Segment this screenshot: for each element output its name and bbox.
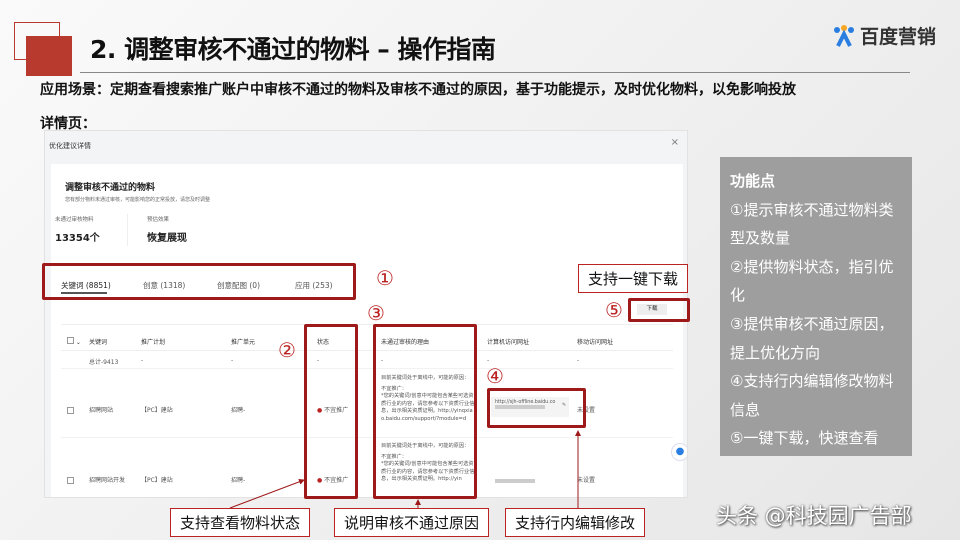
status-callout: 支持查看物料状态 [170,508,311,537]
feature-item: ③提供审核不通过原因，提上优化方向 [730,314,894,362]
watermark: 头条 @科技园广告部 [716,504,912,528]
reason-callout: 说明审核不通过原因 [334,508,490,537]
edit-callout: 支持行内编辑修改 [505,508,646,537]
features-panel: 功能点 ①提示审核不通过物料类型及数量 ②提供物料状态，指引优化 ③提供审核不通… [720,157,912,456]
feature-item: ②提供物料状态，指引优化 [730,257,894,305]
feature-item: ①提示审核不通过物料类型及数量 [730,200,894,248]
features-title: 功能点 [730,172,776,190]
feature-item: ⑤一键下载，快速查看 [730,429,879,448]
feature-item: ④支持行内编辑修改物料信息 [730,372,894,419]
arrow-status [229,478,305,509]
